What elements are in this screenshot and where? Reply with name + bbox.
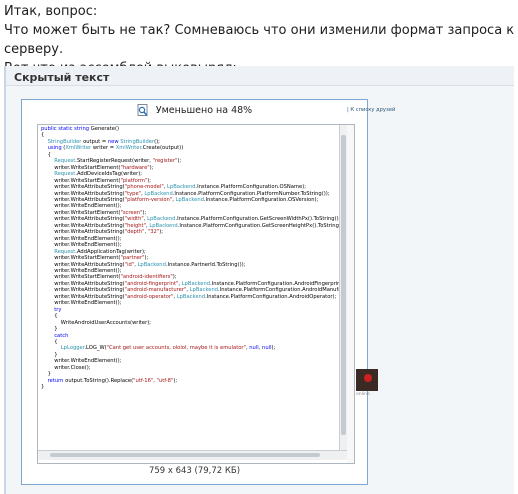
reduced-bar[interactable]: Уменьшено на 48% [22,100,367,122]
avatar [356,369,378,391]
post-line-2: Что может быть не так? Сомневаюсь что он… [4,23,515,57]
spoiler-block: Скрытый текст Уменьшено на 48% public st… [4,66,514,494]
code-screenshot[interactable]: public static string Generate(){ StringB… [37,124,355,464]
scroll-thumb[interactable] [341,135,346,435]
code-line: writer.WriteAttributeString("phone-model… [54,184,306,191]
attached-image[interactable]: Уменьшено на 48% public static string Ge… [21,99,395,485]
code-line: } [41,384,45,391]
image-size-label: 759 x 643 (79,72 КБ) [148,466,241,476]
background-page [347,125,354,463]
magnify-icon [137,104,149,117]
spoiler-title[interactable]: Скрытый текст [6,66,514,86]
scroll-thumb[interactable] [50,453,320,457]
friends-link: | К списку друзей [347,107,396,113]
code-line: writer.WriteAttributeString("width", LpB… [54,216,341,223]
post-line-1: Итак, вопрос: [4,4,98,19]
avatar-caption: online [356,392,370,397]
reduced-label: Уменьшено на 48% [155,105,253,116]
horizontal-scrollbar[interactable] [38,450,347,460]
code-listing: public static string Generate(){ StringB… [39,126,341,448]
